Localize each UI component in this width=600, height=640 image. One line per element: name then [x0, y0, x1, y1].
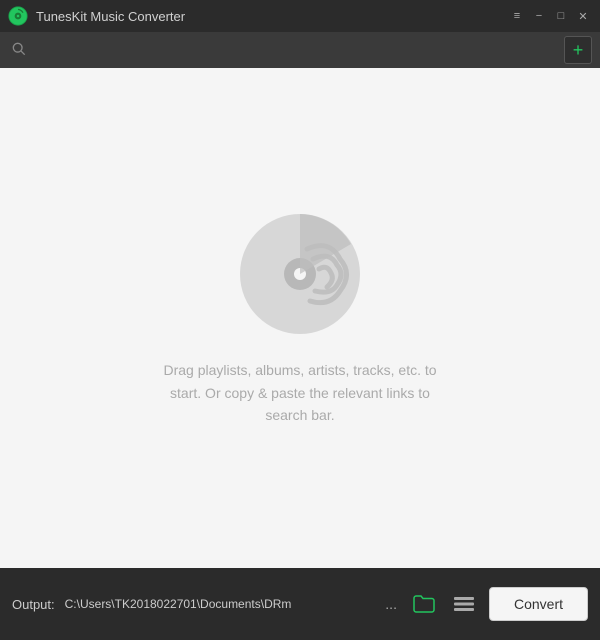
main-content: Drag playlists, albums, artists, tracks,… — [0, 68, 600, 568]
folder-icon — [413, 595, 435, 613]
folder-button[interactable] — [409, 595, 439, 613]
convert-button[interactable]: Convert — [489, 587, 588, 621]
search-icon — [12, 42, 26, 59]
title-bar-left: TunesKit Music Converter — [8, 6, 185, 26]
minimize-button[interactable]: − — [530, 7, 548, 25]
ellipsis-button[interactable]: ... — [383, 596, 399, 612]
maximize-button[interactable]: □ — [552, 7, 570, 25]
bottom-bar: Output: C:\Users\TK2018022701\Documents\… — [0, 568, 600, 640]
add-button[interactable]: + — [564, 36, 592, 64]
app-logo-icon — [8, 6, 28, 26]
title-bar: TunesKit Music Converter ≡ − □ ✕ — [0, 0, 600, 32]
search-input[interactable] — [30, 43, 552, 58]
output-label: Output: — [12, 597, 55, 612]
menu-button[interactable]: ≡ — [508, 7, 526, 25]
search-container — [8, 42, 556, 59]
empty-message: Drag playlists, albums, artists, tracks,… — [150, 359, 450, 426]
cd-icon — [235, 209, 365, 339]
close-button[interactable]: ✕ — [574, 7, 592, 25]
output-path: C:\Users\TK2018022701\Documents\DRm — [65, 597, 374, 611]
list-format-button[interactable] — [449, 595, 479, 613]
app-title: TunesKit Music Converter — [36, 9, 185, 24]
list-icon — [453, 595, 475, 613]
toolbar: + — [0, 32, 600, 68]
window-controls: ≡ − □ ✕ — [508, 7, 592, 25]
